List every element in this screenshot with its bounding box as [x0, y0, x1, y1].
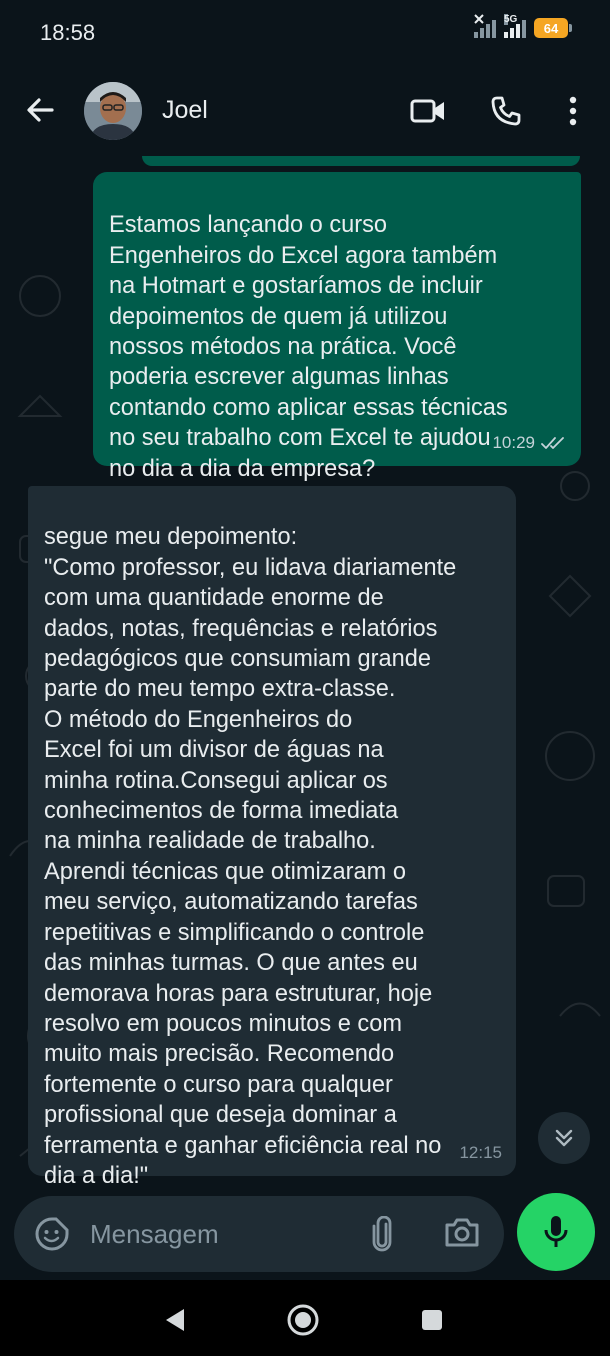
network-label: 5G: [504, 14, 518, 25]
chat-area[interactable]: Estamos lançando o curso Engenheiros do …: [0, 156, 610, 1196]
more-vertical-icon[interactable]: [554, 92, 592, 130]
microphone-icon[interactable]: [517, 1193, 595, 1271]
message-text: Estamos lançando o curso Engenheiros do …: [109, 212, 508, 482]
double-check-icon: [541, 436, 564, 449]
status-bar: 18:58 5G 64: [0, 0, 610, 64]
signal-5g-icon: 5G: [504, 14, 526, 38]
system-nav-bar: [0, 1280, 610, 1356]
message-input[interactable]: [90, 1208, 350, 1260]
sticker-icon[interactable]: [34, 1216, 70, 1252]
double-chevron-down-icon[interactable]: [538, 1112, 590, 1164]
message-time: 12:15: [459, 1142, 502, 1162]
message-meta: 10:29: [492, 428, 567, 458]
message-meta: 12:15: [459, 1138, 502, 1168]
message-time: 10:29: [492, 432, 535, 452]
avatar[interactable]: [84, 82, 142, 140]
message-text: segue meu depoimento: "Como professor, e…: [44, 524, 457, 1189]
video-camera-icon[interactable]: [409, 92, 447, 130]
outgoing-message[interactable]: Estamos lançando o curso Engenheiros do …: [93, 172, 581, 482]
chat-header: Joel: [0, 64, 610, 156]
incoming-message[interactable]: segue meu depoimento: "Como professor, e…: [28, 486, 516, 1189]
arrow-left-icon[interactable]: [22, 92, 58, 128]
no-signal-icon: [474, 14, 496, 38]
status-icons: 5G 64: [474, 14, 572, 38]
phone-icon[interactable]: [487, 92, 525, 130]
camera-icon[interactable]: [444, 1216, 482, 1252]
previous-message-edge: [142, 156, 580, 166]
status-time: 18:58: [40, 20, 96, 45]
nav-home-icon[interactable]: [283, 1300, 323, 1340]
nav-back-icon[interactable]: [154, 1300, 194, 1340]
battery-icon: 64: [534, 18, 572, 38]
paperclip-icon[interactable]: [370, 1215, 404, 1252]
nav-recents-icon[interactable]: [412, 1300, 452, 1340]
message-composer: [14, 1196, 504, 1272]
contact-name[interactable]: Joel: [162, 96, 208, 125]
battery-level: 64: [543, 20, 559, 36]
